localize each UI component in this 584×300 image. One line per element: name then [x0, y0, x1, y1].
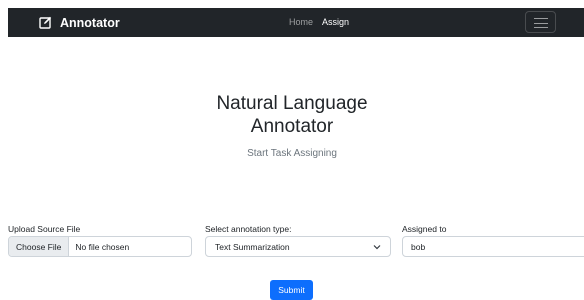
annotation-type-select[interactable]: Text Summarization: [205, 236, 391, 257]
page-title: Natural Language: [216, 93, 368, 114]
navbar: Annotator Home Assign: [8, 8, 584, 37]
brand-link[interactable]: Annotator: [39, 14, 120, 31]
choose-file-button[interactable]: Choose File: [9, 237, 70, 256]
page-subtitle: Start Task Assigning: [247, 148, 337, 159]
page-title-line2: Annotator: [250, 116, 334, 137]
nav-link-home[interactable]: Home: [289, 17, 313, 28]
hamburger-icon: [534, 18, 548, 20]
upload-source-file-label: Upload Source File: [8, 224, 81, 234]
assigned-to-input[interactable]: bob: [402, 236, 584, 257]
source-file-input[interactable]: Choose File No file chosen: [8, 236, 192, 257]
edit-icon: [39, 16, 52, 29]
assigned-to-label: Assigned to: [402, 224, 447, 234]
nav-link-assign[interactable]: Assign: [322, 17, 349, 28]
navbar-toggler-button[interactable]: [525, 11, 556, 33]
file-status-text: No file chosen: [75, 241, 130, 252]
chevron-down-icon: [373, 245, 381, 250]
page: Annotator Home Assign Natural Language A…: [0, 0, 584, 300]
annotation-type-label: Select annotation type:: [205, 224, 292, 234]
brand-name: Annotator: [60, 15, 120, 30]
assigned-to-value: bob: [411, 241, 426, 252]
submit-button[interactable]: Submit: [270, 280, 313, 300]
annotation-type-value: Text Summarization: [215, 241, 290, 252]
